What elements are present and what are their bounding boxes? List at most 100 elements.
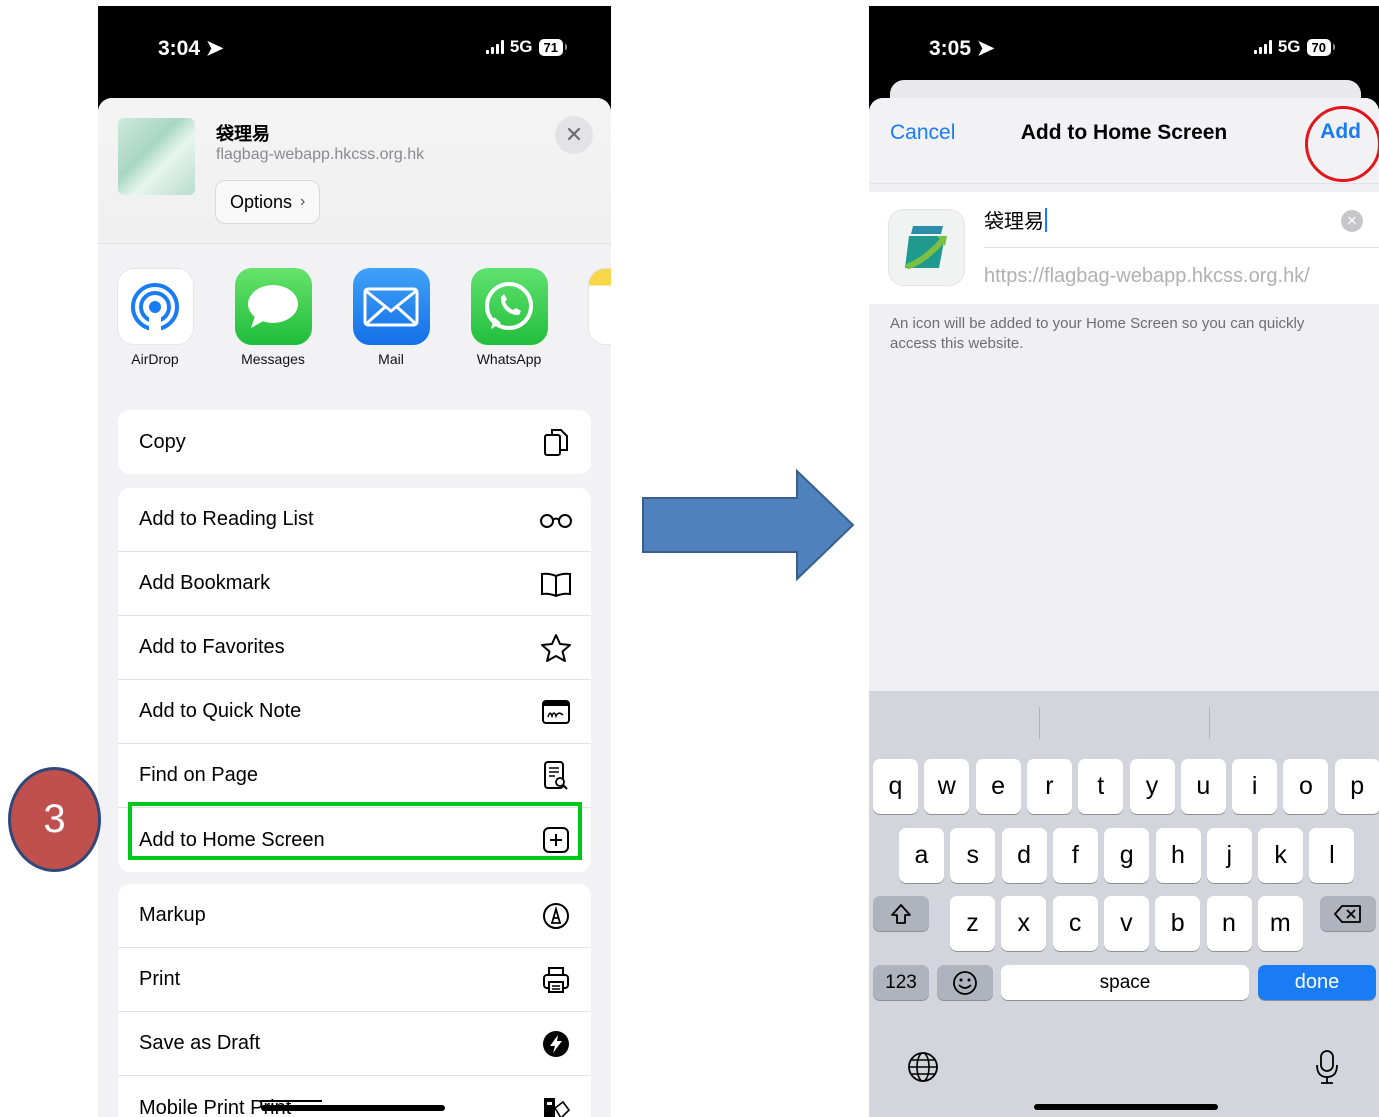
action-label: Print xyxy=(139,968,181,990)
action-label: Save as Draft xyxy=(139,1032,261,1054)
battery-icon: 70 xyxy=(1306,38,1336,56)
microphone-icon[interactable] xyxy=(1307,1047,1347,1087)
key-c[interactable]: c xyxy=(1052,896,1098,951)
key-v[interactable]: v xyxy=(1103,896,1149,951)
action-bookmark[interactable]: Add Bookmark xyxy=(118,552,591,616)
app-label: Mail xyxy=(378,351,404,367)
notes-icon[interactable] xyxy=(588,268,611,345)
key-x[interactable]: x xyxy=(1001,896,1047,951)
shift-key[interactable] xyxy=(873,896,929,931)
share-app-messages[interactable]: Messages xyxy=(228,268,318,367)
key-f[interactable]: f xyxy=(1052,828,1098,883)
on-screen-keyboard: qwertyuiop asdfghjkl zxcvbnm 123 space d… xyxy=(869,691,1379,1117)
options-button[interactable]: Options › xyxy=(215,180,321,224)
key-p[interactable]: p xyxy=(1334,759,1379,814)
share-sheet: 袋理易 flagbag-webapp.hkcss.org.hk Options … xyxy=(98,98,611,1117)
signal-icon xyxy=(485,40,504,54)
key-g[interactable]: g xyxy=(1104,828,1150,883)
add-home-sheet: Cancel Add to Home Screen Add 袋理易 ✕ http… xyxy=(869,98,1379,1117)
glasses-icon xyxy=(539,503,573,537)
action-markup[interactable]: Markup xyxy=(118,884,591,948)
done-key[interactable]: done xyxy=(1258,965,1376,1000)
site-title: 袋理易 xyxy=(216,124,270,144)
app-label: AirDrop xyxy=(131,351,179,367)
action-reading-list[interactable]: Add to Reading List xyxy=(118,488,591,552)
share-app-mail[interactable]: Mail xyxy=(346,268,436,367)
shortcut-name-field[interactable]: 袋理易 ✕ xyxy=(984,192,1379,248)
action-save-as-draft[interactable]: Save as Draft xyxy=(118,1012,591,1076)
action-label: Copy xyxy=(139,430,186,453)
key-i[interactable]: i xyxy=(1232,759,1278,814)
highlight-add-to-home-screen xyxy=(128,802,582,860)
share-app-whatsapp[interactable]: WhatsApp xyxy=(464,268,554,367)
key-t[interactable]: t xyxy=(1078,759,1124,814)
find-document-icon xyxy=(539,759,573,793)
action-print[interactable]: Print xyxy=(118,948,591,1012)
key-a[interactable]: a xyxy=(899,828,944,883)
nav-bar: Cancel Add to Home Screen Add xyxy=(869,98,1379,184)
key-l[interactable]: l xyxy=(1309,828,1355,883)
backspace-key[interactable] xyxy=(1320,896,1376,931)
key-s[interactable]: s xyxy=(950,828,996,883)
key-k[interactable]: k xyxy=(1258,828,1304,883)
key-y[interactable]: y xyxy=(1129,759,1175,814)
emoji-key[interactable] xyxy=(937,965,993,1000)
web-app-icon xyxy=(888,209,965,286)
key-o[interactable]: o xyxy=(1283,759,1329,814)
backspace-icon xyxy=(1334,904,1361,923)
battery-icon: 71 xyxy=(538,38,568,56)
close-button[interactable]: ✕ xyxy=(555,116,593,154)
shift-icon xyxy=(891,903,911,924)
action-group-copy: Copy xyxy=(118,410,591,474)
signal-icon xyxy=(1253,40,1272,54)
clear-text-icon[interactable]: ✕ xyxy=(1341,210,1363,232)
airdrop-icon xyxy=(116,268,194,345)
key-d[interactable]: d xyxy=(1001,828,1047,883)
action-label: Add Bookmark xyxy=(139,572,271,594)
action-label: Add to Favorites xyxy=(139,636,285,658)
chevron-right-icon: › xyxy=(300,193,306,210)
page-title: Add to Home Screen xyxy=(1020,121,1228,144)
key-h[interactable]: h xyxy=(1155,828,1201,883)
action-favorites[interactable]: Add to Favorites xyxy=(118,616,591,680)
key-b[interactable]: b xyxy=(1155,896,1201,951)
printer-icon xyxy=(539,963,573,997)
key-j[interactable]: j xyxy=(1206,828,1252,883)
key-n[interactable]: n xyxy=(1206,896,1252,951)
key-z[interactable]: z xyxy=(950,896,995,951)
key-u[interactable]: u xyxy=(1180,759,1226,814)
globe-icon[interactable] xyxy=(903,1047,943,1087)
space-key[interactable]: space xyxy=(1001,965,1249,1000)
home-indicator xyxy=(261,1105,445,1111)
action-copy[interactable]: Copy xyxy=(118,410,591,474)
key-q[interactable]: q xyxy=(873,759,918,814)
key-m[interactable]: m xyxy=(1257,896,1303,951)
mail-icon xyxy=(352,268,430,345)
help-text: An icon will be added to your Home Scree… xyxy=(890,315,1305,352)
add-to-home-screen-screenshot: 3:05 ➤ 5G 70 Cancel Add to Home Screen A… xyxy=(869,6,1379,1117)
site-thumbnail xyxy=(118,118,195,195)
star-icon xyxy=(539,631,573,665)
app-label: WhatsApp xyxy=(476,351,542,367)
messages-icon xyxy=(234,268,312,345)
numbers-key[interactable]: 123 xyxy=(873,965,929,1000)
site-url: flagbag-webapp.hkcss.org.hk xyxy=(216,146,425,163)
network-label: 5G xyxy=(1277,37,1301,56)
quick-note-icon xyxy=(539,695,573,729)
share-app-airdrop[interactable]: AirDrop xyxy=(110,268,200,367)
key-r[interactable]: r xyxy=(1026,759,1072,814)
emoji-icon xyxy=(953,970,977,995)
whatsapp-icon xyxy=(470,268,548,345)
shortcut-url-field: https://flagbag-webapp.hkcss.org.hk/ xyxy=(984,264,1310,287)
suggestion-bar xyxy=(869,691,1379,753)
text-cursor xyxy=(1045,207,1047,232)
action-find-on-page[interactable]: Find on Page xyxy=(118,744,591,808)
copy-icon xyxy=(539,425,573,459)
highlight-add-button xyxy=(1305,106,1379,182)
action-quick-note[interactable]: Add to Quick Note xyxy=(118,680,591,744)
share-apps-row: AirDrop Messages Mail WhatsApp xyxy=(98,268,611,378)
key-w[interactable]: w xyxy=(924,759,970,814)
status-bar: 3:04 ➤ 5G 71 xyxy=(98,6,611,98)
share-sheet-screenshot: 3:04 ➤ 5G 71 袋理易 flagbag-webapp.hkcss.or… xyxy=(98,6,611,1117)
key-e[interactable]: e xyxy=(975,759,1021,814)
